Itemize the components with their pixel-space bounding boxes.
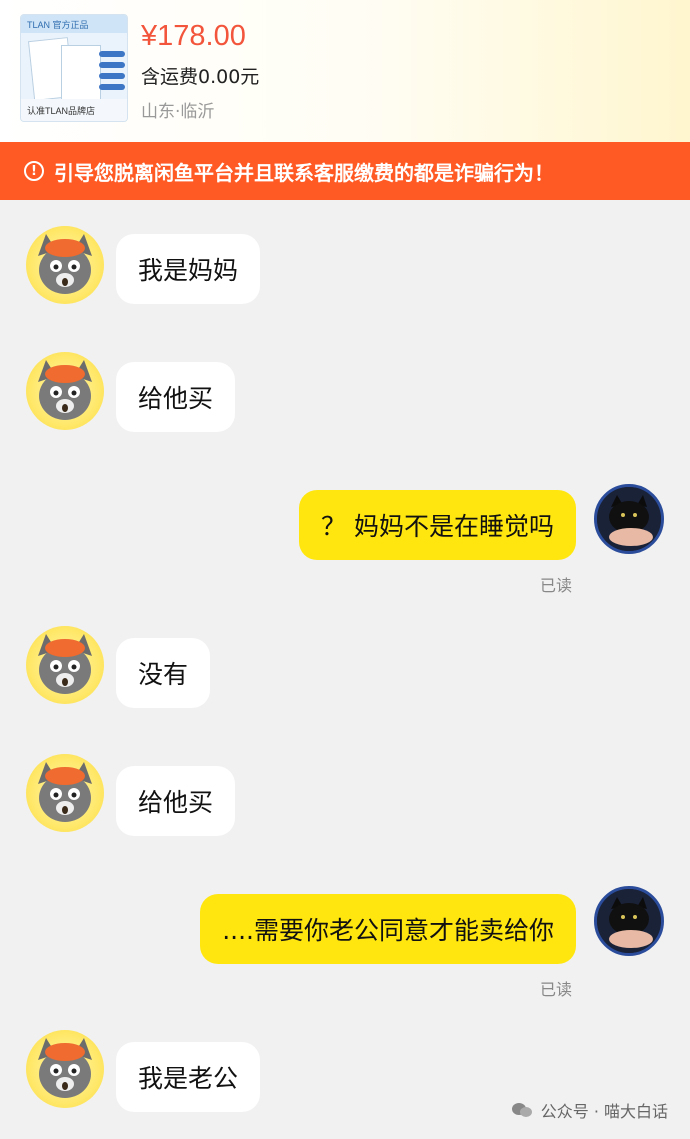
- wolf-face-icon: [38, 762, 92, 822]
- shipping-fee: 含运费0.00元: [141, 66, 260, 88]
- message-bubble-received[interactable]: 我是老公: [116, 1042, 261, 1112]
- message-bubble-received[interactable]: 给他买: [116, 766, 236, 836]
- read-receipt: 已读: [540, 576, 573, 595]
- wolf-face-icon: [38, 634, 92, 694]
- black-cat-icon: [597, 889, 661, 953]
- black-cat-icon: [597, 487, 661, 551]
- cat-avatar[interactable]: [594, 484, 664, 554]
- wolf-face-icon: [38, 360, 92, 420]
- wolf-avatar[interactable]: [26, 754, 104, 832]
- read-receipt: 已读: [540, 980, 573, 999]
- thumbnail-brand-label: TLAN 官方正品: [21, 15, 127, 33]
- wechat-icon: [511, 1103, 532, 1117]
- wolf-avatar[interactable]: [26, 226, 104, 304]
- wolf-face-icon: [38, 234, 92, 294]
- wolf-avatar[interactable]: [26, 626, 104, 704]
- thumbnail-card-graphic: [61, 45, 101, 101]
- watermark: 公众号 · 喵大白话: [511, 1098, 668, 1122]
- wolf-avatar[interactable]: [26, 1030, 104, 1108]
- thumbnail-store-label: 认准TLAN品牌店: [21, 99, 127, 121]
- seller-location: 山东·临沂: [141, 102, 215, 122]
- product-thumbnail[interactable]: TLAN 官方正品 认准TLAN品牌店: [20, 14, 128, 122]
- watermark-text: 公众号 · 喵大白话: [540, 1102, 668, 1121]
- thumbnail-feature-pills: [99, 51, 125, 95]
- message-bubble-sent[interactable]: ....需要你老公同意才能卖给你: [200, 894, 576, 964]
- message-bubble-sent[interactable]: ？ 妈妈不是在睡觉吗: [299, 490, 576, 560]
- exclamation-circle-icon: !: [24, 161, 44, 181]
- message-bubble-received[interactable]: 给他买: [116, 362, 236, 432]
- message-bubble-received[interactable]: 没有: [116, 638, 211, 708]
- wolf-avatar[interactable]: [26, 352, 104, 430]
- message-bubble-received[interactable]: 我是妈妈: [116, 234, 261, 304]
- product-card[interactable]: TLAN 官方正品 认准TLAN品牌店 ¥178.00 含运费0.00元 山东·…: [0, 0, 690, 142]
- warning-text: 引导您脱离闲鱼平台并且联系客服缴费的都是诈骗行为！: [54, 160, 554, 185]
- fraud-warning-banner: ! 引导您脱离闲鱼平台并且联系客服缴费的都是诈骗行为！: [0, 142, 690, 200]
- cat-avatar[interactable]: [594, 886, 664, 956]
- wolf-face-icon: [38, 1038, 92, 1098]
- product-price: ¥178.00: [141, 20, 246, 52]
